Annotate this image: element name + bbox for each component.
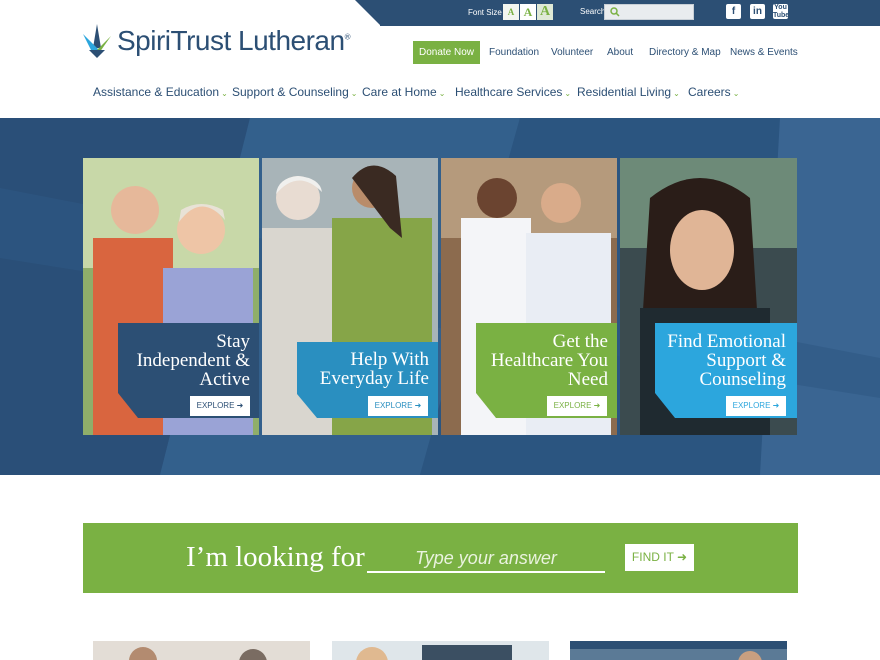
thumb-photo: [570, 641, 787, 660]
panel-caption: Get the Healthcare You Need: [490, 331, 608, 390]
hero-banner: Stay Independent & Active EXPLORE ➜ Help…: [0, 118, 880, 475]
main-nav-label: Care at Home: [362, 85, 437, 99]
explore-button[interactable]: EXPLORE ➜: [726, 396, 786, 416]
chevron-down-icon: ⌄: [438, 89, 446, 98]
font-size-medium-button[interactable]: A: [520, 4, 536, 20]
explore-button[interactable]: EXPLORE ➜: [547, 396, 607, 416]
font-size-large-button[interactable]: A: [537, 4, 553, 20]
youtube-icon[interactable]: You Tube: [773, 4, 789, 19]
nav-directory-map[interactable]: Directory & Map: [649, 47, 721, 58]
chevron-down-icon: ⌄: [350, 89, 358, 98]
donate-button[interactable]: Donate Now: [413, 41, 480, 64]
main-nav-label: Healthcare Services: [455, 85, 563, 99]
facebook-icon[interactable]: f: [726, 4, 741, 19]
panel-caption: Help With Everyday Life: [319, 349, 429, 389]
hero-panel-independent[interactable]: Stay Independent & Active EXPLORE ➜: [83, 158, 259, 435]
hero-panel-everyday-life[interactable]: Help With Everyday Life EXPLORE ➜: [262, 158, 438, 435]
search-icon: [610, 7, 620, 17]
main-nav-careers[interactable]: Careers ⌄: [688, 85, 739, 99]
search-input[interactable]: [604, 4, 694, 20]
chevron-down-icon: ⌄: [673, 89, 680, 98]
font-size-label: Font Size: [468, 8, 502, 17]
topbar-notch: [355, 0, 381, 26]
nav-about[interactable]: About: [607, 47, 633, 58]
main-nav-label: Residential Living: [577, 85, 672, 99]
main-nav-care-at-home[interactable]: Care at Home ⌄: [362, 85, 445, 99]
nav-foundation[interactable]: Foundation: [489, 47, 539, 58]
feature-thumb-2[interactable]: [332, 641, 549, 660]
search-label: Search: [580, 7, 606, 16]
hero-panel-emotional-support[interactable]: Find Emotional Support & Counseling EXPL…: [620, 158, 797, 435]
hero-panel-healthcare[interactable]: Get the Healthcare You Need EXPLORE ➜: [441, 158, 617, 435]
main-nav-label: Support & Counseling: [232, 85, 349, 99]
feature-thumb-1[interactable]: [93, 641, 310, 660]
looking-for-input[interactable]: Type your answer: [367, 543, 605, 573]
logo[interactable]: SpiriTrust Lutheran®: [83, 24, 351, 58]
feature-thumb-3[interactable]: [570, 641, 787, 660]
font-size-small-button[interactable]: A: [503, 4, 519, 20]
looking-for-bar: I’m looking for Type your answer FIND IT…: [83, 523, 798, 593]
thumb-photo: [332, 641, 549, 660]
chevron-down-icon: ⌄: [732, 89, 740, 98]
main-nav-label: Careers: [688, 85, 731, 99]
chevron-down-icon: ⌄: [221, 89, 228, 98]
find-it-button[interactable]: FIND IT ➜: [625, 544, 694, 571]
logo-mark-icon: [83, 24, 111, 58]
chevron-down-icon: ⌄: [564, 89, 572, 98]
nav-news-events[interactable]: News & Events: [730, 47, 798, 58]
main-nav-residential-living[interactable]: Residential Living ⌄: [577, 85, 680, 99]
main-nav-support-counseling[interactable]: Support & Counseling ⌄: [232, 85, 357, 99]
linkedin-icon[interactable]: in: [750, 4, 765, 19]
explore-button[interactable]: EXPLORE ➜: [190, 396, 250, 416]
nav-volunteer[interactable]: Volunteer: [551, 47, 593, 58]
logo-text: SpiriTrust Lutheran®: [117, 25, 351, 56]
main-nav-healthcare-services[interactable]: Healthcare Services ⌄: [455, 85, 571, 99]
main-nav-label: Assistance & Education: [93, 85, 220, 99]
panel-caption: Stay Independent & Active: [136, 331, 250, 390]
main-nav-assistance-education[interactable]: Assistance & Education ⌄: [93, 85, 228, 99]
panel-caption: Find Emotional Support & Counseling: [667, 331, 786, 390]
thumb-photo: [93, 641, 310, 660]
looking-for-label: I’m looking for: [186, 541, 365, 573]
explore-button[interactable]: EXPLORE ➜: [368, 396, 428, 416]
